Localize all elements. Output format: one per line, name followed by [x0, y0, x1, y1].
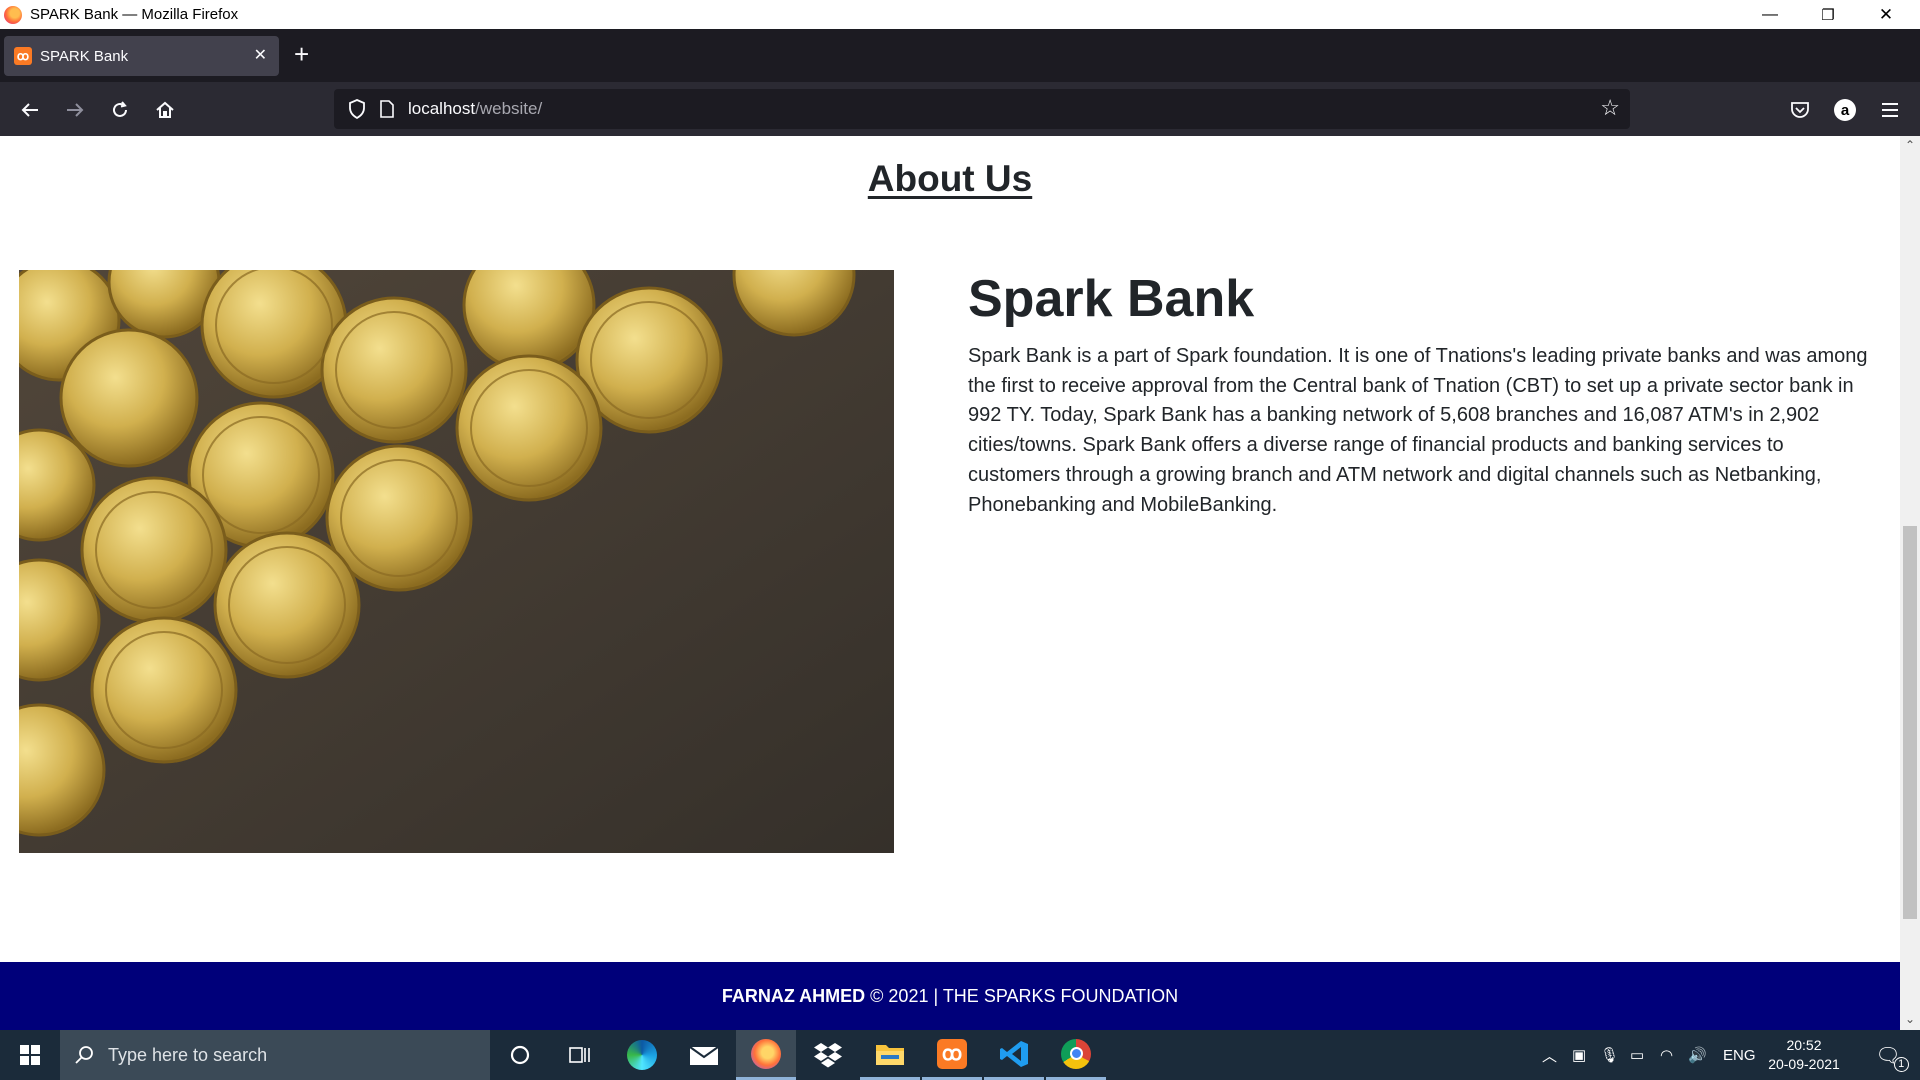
arrow-right-icon [67, 103, 84, 117]
tab-strip: ꝏ SPARK Bank ✕ + [0, 29, 1920, 82]
reload-icon [113, 101, 127, 117]
minimize-button[interactable]: — [1741, 0, 1799, 29]
battery-button[interactable]: ▭ [1630, 1030, 1644, 1080]
amazon-extension-button[interactable]: a [1829, 94, 1861, 126]
notification-center-button[interactable]: 🗨 1 [1866, 1030, 1910, 1080]
clock-time: 20:52 [1786, 1037, 1822, 1053]
footer-author: FARNAZ AHMED [721, 985, 866, 1006]
dropbox-icon [814, 1043, 842, 1068]
scroll-down-arrow-icon[interactable]: ⌄ [1900, 1012, 1920, 1028]
pocket-button[interactable] [1784, 94, 1816, 126]
footer-text: © 2021 | THE SPARKS FOUNDATION [865, 985, 1179, 1006]
firefox-icon [751, 1038, 781, 1069]
url-path: /website/ [475, 99, 543, 118]
cortana-button[interactable] [490, 1030, 550, 1080]
menu-button[interactable] [1874, 94, 1906, 126]
battery-icon: ▭ [1630, 1047, 1645, 1064]
tab-spark-bank[interactable]: ꝏ SPARK Bank ✕ [4, 36, 279, 76]
page-scrollbar[interactable]: ⌃ ⌄ [1900, 136, 1920, 1030]
taskbar-clock[interactable]: 20:52 20-09-2021 [1768, 1036, 1840, 1074]
notification-icon: 🗨 1 [1875, 1043, 1909, 1072]
pocket-icon [1791, 102, 1809, 118]
camera-icon: ▣ [1572, 1047, 1587, 1064]
window-title-bar: SPARK Bank — Mozilla Firefox — ❐ ✕ [0, 0, 1920, 29]
mail-button[interactable] [674, 1030, 734, 1080]
chevron-up-icon: ︿ [1542, 1047, 1558, 1065]
firefox-taskbar-button[interactable] [736, 1030, 796, 1080]
notification-count: 1 [1893, 1056, 1909, 1072]
xampp-button[interactable]: ꝏ [922, 1030, 982, 1080]
network-button[interactable]: ◠ [1660, 1030, 1673, 1080]
mail-icon [689, 1046, 719, 1065]
vscode-icon [1000, 1040, 1028, 1067]
show-hidden-icons-button[interactable]: ︿ [1542, 1030, 1557, 1080]
hamburger-menu-icon [1882, 103, 1898, 117]
chrome-icon [1061, 1038, 1091, 1069]
close-window-button[interactable]: ✕ [1857, 0, 1915, 29]
url-host: localhost [408, 99, 476, 118]
bank-description: Spark Bank is a part of Spark foundation… [968, 345, 1868, 516]
arrow-left-icon [21, 103, 38, 117]
dropbox-button[interactable] [798, 1030, 858, 1080]
tracking-protection-shield-icon[interactable] [346, 98, 368, 120]
clock-date: 20-09-2021 [1768, 1056, 1840, 1072]
file-explorer-button[interactable] [860, 1030, 920, 1080]
meet-now-button[interactable]: ▣ [1572, 1030, 1586, 1080]
reload-button[interactable] [104, 94, 136, 126]
microphone-button[interactable]: 🎙 [1600, 1030, 1619, 1080]
microphone-icon: 🎙 [1600, 1047, 1620, 1064]
forward-button[interactable] [59, 94, 91, 126]
home-icon [156, 101, 174, 118]
task-view-icon [569, 1047, 590, 1063]
restore-button[interactable]: ❐ [1799, 0, 1857, 29]
xampp-icon: ꝏ [937, 1038, 967, 1069]
firefox-logo-icon [4, 5, 22, 24]
about-us-heading: About Us [867, 158, 1033, 199]
taskbar-search-box[interactable]: Type here to search [60, 1030, 490, 1080]
scrollbar-thumb[interactable] [1903, 526, 1917, 919]
windows-taskbar: Type here to search ꝏ ︿ ▣ 🎙 ▭ ◠ 🔊 ENG 20… [0, 1030, 1920, 1080]
windows-logo-icon [20, 1045, 40, 1065]
amazon-icon: a [1834, 99, 1856, 121]
search-icon [75, 1046, 93, 1064]
volume-icon: 🔊 [1688, 1047, 1707, 1064]
cortana-icon [510, 1045, 530, 1065]
wifi-icon: ◠ [1660, 1047, 1674, 1064]
home-button[interactable] [149, 94, 181, 126]
vscode-button[interactable] [984, 1030, 1044, 1080]
tab-label: SPARK Bank [40, 47, 129, 65]
scroll-up-arrow-icon[interactable]: ⌃ [1900, 138, 1920, 154]
input-language[interactable]: ENG [1723, 1030, 1756, 1080]
page-content: About Us Spark Bank Spark Bank is a part… [0, 136, 1900, 1030]
coins-illustration [19, 270, 894, 853]
volume-button[interactable]: 🔊 [1688, 1030, 1707, 1080]
bookmark-star-icon[interactable]: ☆ [1600, 97, 1620, 119]
start-button[interactable] [0, 1030, 60, 1080]
back-button[interactable] [14, 94, 46, 126]
tab-close-icon[interactable]: ✕ [254, 45, 267, 65]
edge-button[interactable] [612, 1030, 672, 1080]
navigation-toolbar: localhost/website/ ☆ a [0, 82, 1920, 136]
address-bar[interactable]: localhost/website/ ☆ [334, 89, 1630, 129]
edge-icon [627, 1040, 657, 1070]
coins-image [19, 270, 894, 853]
chrome-button[interactable] [1046, 1030, 1106, 1080]
bank-title: Spark Bank [968, 270, 1255, 328]
xampp-favicon-icon: ꝏ [14, 47, 32, 65]
search-placeholder: Type here to search [108, 1044, 268, 1065]
new-tab-button[interactable]: + [294, 41, 309, 67]
window-title: SPARK Bank — Mozilla Firefox [30, 6, 239, 23]
page-info-icon[interactable] [378, 98, 396, 120]
file-explorer-icon [876, 1044, 904, 1065]
task-view-button[interactable] [550, 1030, 610, 1080]
url-text[interactable]: localhost/website/ [408, 99, 542, 119]
site-footer: FARNAZ AHMED © 2021 | THE SPARKS FOUNDAT… [0, 962, 1900, 1030]
